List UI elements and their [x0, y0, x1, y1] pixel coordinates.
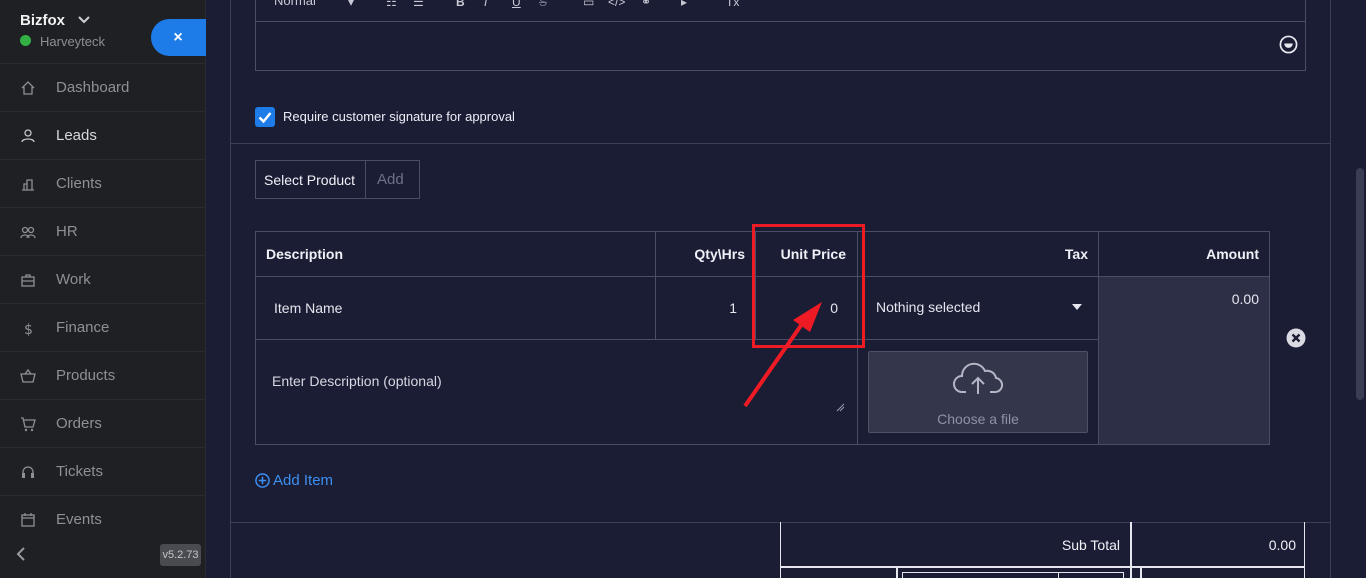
sidebar-item-label: Products	[56, 367, 116, 384]
resize-handle-icon[interactable]	[836, 403, 845, 412]
format-select[interactable]: Normal	[274, 0, 316, 8]
add-product-input[interactable]: Add	[366, 161, 419, 198]
italic-icon[interactable]: I	[484, 0, 487, 9]
code-icon[interactable]: </>	[608, 0, 625, 9]
ordered-list-icon[interactable]: ☷	[386, 0, 397, 9]
signature-label[interactable]: Require customer signature for approval	[283, 109, 515, 124]
emoji-icon[interactable]	[1279, 35, 1298, 54]
bold-icon[interactable]: B	[456, 0, 465, 9]
tax-select-value: Nothing selected	[876, 299, 981, 315]
sidebar-item-label: Events	[56, 511, 102, 528]
sidebar-item-orders[interactable]: Orders	[0, 399, 205, 447]
sidebar-item-leads[interactable]: Leads	[0, 111, 205, 159]
sidebar: Bizfox Harveyteck Dashboard Leads Client…	[0, 0, 206, 578]
company-name: Harveyteck	[40, 34, 106, 49]
dollar-icon: $	[24, 322, 33, 336]
image-icon[interactable]: ▭	[583, 0, 594, 9]
amount-value: 0.00	[1231, 291, 1259, 307]
choose-file-label: Choose a file	[937, 411, 1019, 427]
scrollbar-thumb[interactable]	[1356, 168, 1364, 400]
online-status-dot	[20, 35, 31, 46]
brand-name[interactable]: Bizfox	[20, 12, 65, 29]
sidebar-item-products[interactable]: Products	[0, 351, 205, 399]
basket-icon	[20, 368, 36, 383]
tax-select[interactable]: Nothing selected	[857, 276, 1099, 340]
item-name-input[interactable]: Item Name	[255, 276, 656, 340]
sidebar-item-label: Dashboard	[56, 79, 130, 96]
check-icon	[258, 112, 272, 124]
sidebar-item-clients[interactable]: Clients	[0, 159, 205, 207]
editor-toolbar: Normal ▾ ☷ ☰ B I U S ▭ </> ⚭ ▸ Tx	[255, 0, 1306, 22]
cart-icon	[21, 417, 36, 432]
close-panel-button[interactable]: ×	[151, 19, 207, 56]
bullet-list-icon[interactable]: ☰	[413, 0, 424, 9]
remove-item-icon[interactable]	[1286, 328, 1306, 348]
select-product-group: Select Product Add	[255, 160, 420, 199]
section-divider	[231, 143, 1331, 144]
version-badge: v5.2.73	[160, 544, 201, 566]
chevron-down-icon[interactable]: ▾	[348, 0, 354, 9]
cloud-upload-icon	[953, 362, 1004, 394]
clear-format-icon[interactable]: Tx	[726, 0, 739, 9]
plus-circle-icon	[255, 472, 270, 488]
sub-total-label: Sub Total	[1061, 537, 1120, 553]
description-placeholder: Enter Description (optional)	[272, 373, 442, 389]
header-description: Description	[255, 231, 656, 277]
building-icon	[22, 179, 34, 191]
sidebar-item-tickets[interactable]: Tickets	[0, 447, 205, 495]
header-tax: Tax	[857, 231, 1099, 277]
sidebar-item-label: Clients	[56, 175, 102, 192]
sidebar-item-label: Tickets	[56, 463, 103, 480]
sidebar-item-label: HR	[56, 223, 78, 240]
sidebar-item-work[interactable]: Work	[0, 255, 205, 303]
calendar-icon	[21, 513, 35, 527]
link-icon[interactable]: ⚭	[641, 0, 651, 9]
user-icon	[21, 129, 35, 143]
headset-icon	[22, 466, 34, 478]
sidebar-item-finance[interactable]: $ Finance	[0, 303, 205, 351]
annotation-arrow-icon	[743, 302, 822, 408]
home-icon	[21, 81, 35, 95]
add-item-button[interactable]: Add Item	[255, 470, 333, 490]
sidebar-item-label: Leads	[56, 127, 97, 144]
strike-icon[interactable]: S	[539, 0, 547, 9]
sidebar-nav: Dashboard Leads Clients HR Work $ Financ…	[0, 63, 205, 543]
sidebar-item-label: Finance	[56, 319, 110, 336]
sidebar-item-label: Work	[56, 271, 91, 288]
amount-cell: 0.00	[1098, 276, 1270, 445]
sidebar-item-dashboard[interactable]: Dashboard	[0, 63, 205, 111]
chevron-down-icon[interactable]	[78, 14, 90, 26]
header-amount: Amount	[1098, 231, 1270, 277]
signature-checkbox[interactable]	[255, 107, 275, 127]
header-qty: Qty\Hrs	[655, 231, 756, 277]
totals-table: Sub Total 0.00	[780, 522, 1305, 578]
caret-down-icon	[1072, 304, 1082, 310]
svg-text:$: $	[24, 322, 33, 336]
select-product-button[interactable]: Select Product	[256, 161, 366, 198]
users-icon	[20, 226, 36, 239]
underline-icon[interactable]: U	[512, 0, 521, 9]
collapse-sidebar-icon[interactable]	[14, 546, 28, 562]
sidebar-item-events[interactable]: Events	[0, 495, 205, 543]
sidebar-item-label: Orders	[56, 415, 102, 432]
briefcase-icon	[21, 274, 35, 287]
sidebar-item-hr[interactable]: HR	[0, 207, 205, 255]
add-item-label: Add Item	[273, 471, 334, 489]
video-icon[interactable]: ▸	[681, 0, 687, 9]
editor-body[interactable]	[255, 21, 1306, 71]
sub-total-value: 0.00	[1268, 537, 1296, 553]
